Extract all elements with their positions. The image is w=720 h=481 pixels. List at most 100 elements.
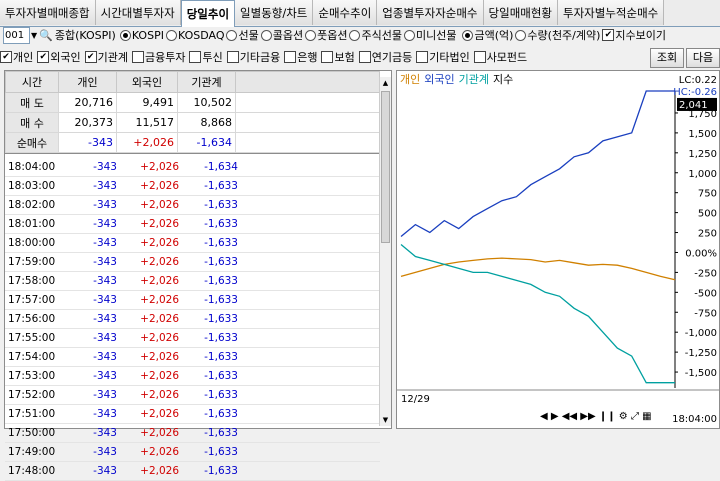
market-option-radio[interactable]: KOSDAQ xyxy=(165,27,224,43)
scroll-up-icon: ▲ xyxy=(382,79,389,87)
y-tick-label: -250 xyxy=(694,268,717,279)
tab-6[interactable]: 당일매매현황 xyxy=(483,0,559,25)
table-scrollbar[interactable]: ▲ ▼ xyxy=(379,77,391,426)
row-foreign: +2,026 xyxy=(120,158,182,177)
investor-filter-checkbox[interactable]: ✔ 개인 xyxy=(0,49,33,65)
y-tick-label: -1,000 xyxy=(685,328,717,339)
chart-legend: 개인 외국인 기관계 지수 xyxy=(400,71,517,87)
chart-nav-icons[interactable]: ◀ ▶ ◀◀ ▶▶ ❙❙ ⚙ ⤢ ▦ xyxy=(540,411,652,422)
row-time: 18:02:00 xyxy=(5,195,61,215)
table-row[interactable]: 17:51:00 -343 +2,026 -1,633 xyxy=(5,404,380,424)
table-row[interactable]: 18:04:00 -343 +2,026 -1,634 xyxy=(5,158,380,177)
table-row[interactable]: 17:52:00 -343 +2,026 -1,633 xyxy=(5,385,380,405)
table-row[interactable]: 17:55:00 -343 +2,026 -1,633 xyxy=(5,328,380,348)
investor-filter-checkbox[interactable]: 기타법인 xyxy=(416,49,470,65)
table-row[interactable]: 18:01:00 -343 +2,026 -1,633 xyxy=(5,214,380,234)
investor-filter-checkbox[interactable]: 투신 xyxy=(189,49,223,65)
summary-row: 매 도 20,716 9,491 10,502 xyxy=(5,92,380,113)
y-tick-label: -1,500 xyxy=(685,368,717,379)
header-individual: 개인 xyxy=(58,71,117,93)
row-institution: -1,633 xyxy=(182,233,241,253)
y-tick-label: 1,250 xyxy=(688,149,717,160)
row-institution: -1,633 xyxy=(182,404,241,424)
market-option-radio[interactable]: 선물 xyxy=(226,27,259,43)
table-row[interactable]: 17:56:00 -343 +2,026 -1,633 xyxy=(5,309,380,329)
row-time: 17:48:00 xyxy=(5,461,61,481)
row-foreign: +2,026 xyxy=(120,252,182,272)
row-foreign: +2,026 xyxy=(120,404,182,424)
dropdown-icon[interactable]: ▼ xyxy=(31,31,37,40)
table-row[interactable]: 17:58:00 -343 +2,026 -1,633 xyxy=(5,271,380,291)
tab-3[interactable]: 일별동향/차트 xyxy=(235,0,314,25)
row-foreign: +2,026 xyxy=(120,423,182,443)
legend-item: 개인 xyxy=(400,73,421,86)
row-individual: -343 xyxy=(61,176,120,196)
row-foreign: +2,026 xyxy=(120,385,182,405)
tab-0[interactable]: 투자자별매매종합 xyxy=(0,0,96,25)
investor-filter-checkbox[interactable]: 은행 xyxy=(284,49,317,65)
search-button[interactable]: 조회 xyxy=(650,48,684,68)
row-institution: -1,633 xyxy=(182,176,241,196)
table-row[interactable]: 17:50:00 -343 +2,026 -1,633 xyxy=(5,423,380,443)
tab-2[interactable]: 당일추이 xyxy=(180,0,236,27)
unit-amount-radio[interactable]: 금액(억) xyxy=(462,27,513,43)
investor-filter-checkbox[interactable]: 사모펀드 xyxy=(473,49,527,65)
series-line-개인 xyxy=(400,257,676,281)
tab-4[interactable]: 순매수추이 xyxy=(313,0,378,25)
investor-filter-checkbox[interactable]: 기타금융 xyxy=(226,49,280,65)
investor-filter-checkbox[interactable]: 보험 xyxy=(321,49,355,65)
legend-item: 지수 xyxy=(493,73,514,86)
market-option-radio[interactable]: 풋옵션 xyxy=(305,27,347,43)
investor-filter-checkbox[interactable]: 금융투자 xyxy=(132,49,185,65)
row-foreign: +2,026 xyxy=(120,347,182,367)
scroll-thumb[interactable] xyxy=(381,91,390,243)
tab-1[interactable]: 시간대별투자자 xyxy=(95,0,181,25)
tab-bar: 투자자별매매종합 시간대별투자자 당일추이 일별동향/차트 순매수추이 업종별투자자순매수… xyxy=(0,0,720,27)
table-row[interactable]: 17:53:00 -343 +2,026 -1,633 xyxy=(5,366,380,386)
row-institution: -1,633 xyxy=(182,214,241,234)
table-row[interactable]: 17:49:00 -343 +2,026 -1,633 xyxy=(5,442,380,462)
investor-table: 시간 개인 외국인 기관계 매 도 20,716 9,491 10,502 매 수 20,… xyxy=(4,70,392,481)
index-toggle-checkbox[interactable]: ✔ 지수보이기 xyxy=(602,27,666,43)
row-individual: -343 xyxy=(61,442,120,462)
market-code-input[interactable]: 001 xyxy=(3,26,30,44)
summary-value: 11,517 xyxy=(116,112,178,133)
y-tick-label: 750 xyxy=(698,189,717,200)
row-foreign: +2,026 xyxy=(120,366,182,386)
row-time: 17:56:00 xyxy=(5,309,61,329)
table-row[interactable]: 17:59:00 -343 +2,026 -1,633 xyxy=(5,252,380,272)
table-row[interactable]: 18:00:00 -343 +2,026 -1,633 xyxy=(5,233,380,253)
unit-quantity-radio[interactable]: 수량(천주/계약) xyxy=(515,27,600,43)
table-row[interactable]: 17:48:00 -343 +2,026 -1,633 xyxy=(5,461,380,481)
row-time: 17:51:00 xyxy=(5,404,61,424)
table-row[interactable]: 18:03:00 -343 +2,026 -1,633 xyxy=(5,176,380,196)
y-tick-label: -750 xyxy=(694,308,717,319)
table-row[interactable]: 17:54:00 -343 +2,026 -1,633 xyxy=(5,347,380,367)
row-foreign: +2,026 xyxy=(120,442,182,462)
investor-filter-row: ✔ 개인 ✔ 외국인 ✔ 기관계 금융투자 투신 기타금융 은행 보험 연기금등 기타법인 사모펀드 xyxy=(0,46,720,68)
chart-toolbar: ◀ ▶ ◀◀ ▶▶ ❙❙ ⚙ ⤢ ▦ xyxy=(540,409,652,422)
market-option-radio[interactable]: 미니선물 xyxy=(403,27,456,43)
summary-value: 20,716 xyxy=(58,92,117,113)
market-option-radio[interactable]: KOSPI xyxy=(119,27,164,43)
market-option-radio[interactable]: 콜옵션 xyxy=(260,27,303,43)
row-institution: -1,633 xyxy=(182,328,241,348)
row-individual: -343 xyxy=(61,423,120,443)
investor-filter-checkbox[interactable]: ✔ 외국인 xyxy=(37,49,81,65)
table-row[interactable]: 17:57:00 -343 +2,026 -1,633 xyxy=(5,290,380,310)
summary-label: 순매수 xyxy=(5,132,59,153)
row-institution: -1,633 xyxy=(182,442,241,462)
tab-5[interactable]: 업종별투자자순매수 xyxy=(377,0,484,25)
market-option-radio[interactable]: 주식선물 xyxy=(349,27,402,43)
row-time: 18:03:00 xyxy=(5,176,61,196)
tab-7[interactable]: 투자자별누적순매수 xyxy=(558,0,665,25)
legend-item: 외국인 xyxy=(424,73,455,86)
row-individual: -343 xyxy=(61,461,120,481)
investor-filter-checkbox[interactable]: ✔ 기관계 xyxy=(84,49,128,65)
investor-filter-checkbox[interactable]: 연기금등 xyxy=(358,49,412,65)
time-series-table: 18:04:00 -343 +2,026 -1,634 18:03:00 -343 +2,0… xyxy=(5,158,380,481)
next-button[interactable]: 다음 xyxy=(686,48,720,68)
search-icon[interactable]: 🔍 xyxy=(39,29,53,42)
unit-options: 금액(억) 수량(천주/계약) xyxy=(462,27,602,43)
table-row[interactable]: 18:02:00 -343 +2,026 -1,633 xyxy=(5,195,380,215)
